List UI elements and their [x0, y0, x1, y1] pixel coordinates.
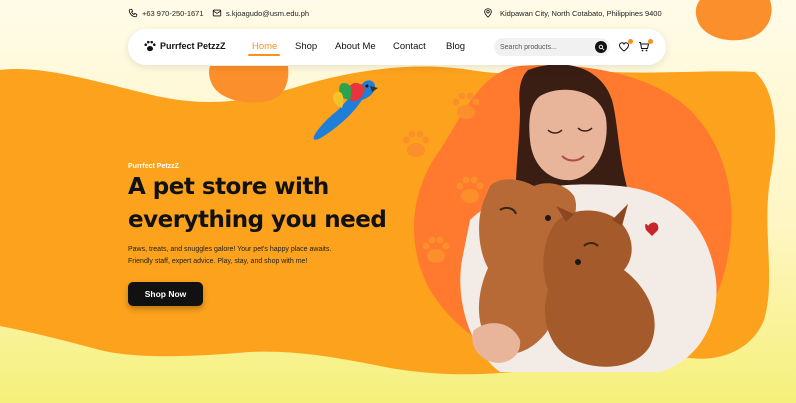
contact-bar: +63 970-250-1671 s.kjoagudo@usm.edu.ph K…	[128, 8, 668, 22]
phone-number: +63 970-250-1671	[142, 8, 204, 18]
search-button[interactable]	[595, 41, 607, 53]
shop-now-button[interactable]: Shop Now	[128, 282, 203, 306]
location-icon	[484, 8, 492, 18]
nav-item-blog[interactable]: Blog	[446, 41, 465, 52]
top-right-blob	[695, 0, 772, 41]
nav-blob	[209, 66, 289, 103]
search-icon	[598, 44, 604, 50]
description-line-1: Paws, treats, and snuggles galore! Your …	[128, 246, 332, 253]
hero-headline: A pet store with everything you need	[128, 171, 428, 237]
brand-logo[interactable]: Purrfect PetzzZ	[144, 40, 226, 52]
phone-contact[interactable]: +63 970-250-1671	[128, 8, 204, 18]
wishlist-badge	[628, 39, 633, 44]
email-contact[interactable]: s.kjoagudo@usm.edu.ph	[212, 8, 309, 18]
address-contact: Kidpawan City, North Cotabato, Philippin…	[483, 8, 662, 18]
hero-eyebrow: Purrfect PetzzZ	[128, 163, 179, 170]
headline-line-2: everything you need	[128, 207, 387, 233]
cart-badge	[648, 39, 653, 44]
main-nav: Purrfect PetzzZ Home Shop About Me Conta…	[128, 29, 666, 65]
headline-line-1: A pet store with	[128, 174, 329, 200]
paw-logo-icon	[144, 40, 156, 52]
search-input[interactable]	[494, 38, 610, 56]
nav-item-about[interactable]: About Me	[335, 41, 376, 52]
wishlist-button[interactable]	[618, 39, 633, 54]
email-address: s.kjoagudo@usm.edu.ph	[226, 8, 310, 18]
nav-item-shop[interactable]: Shop	[295, 41, 317, 52]
nav-item-home[interactable]: Home	[252, 41, 277, 52]
brand-name: Purrfect PetzzZ	[160, 41, 226, 51]
phone-icon	[128, 8, 138, 18]
address-text: Kidpawan City, North Cotabato, Philippin…	[500, 8, 662, 18]
mail-icon	[212, 9, 222, 17]
description-line-2: Friendly staff, expert advice. Play, sta…	[128, 258, 308, 265]
cart-button[interactable]	[638, 39, 653, 54]
active-underline	[248, 54, 280, 56]
hero-description: Paws, treats, and snuggles galore! Your …	[128, 244, 388, 268]
nav-item-contact[interactable]: Contact	[393, 41, 426, 52]
